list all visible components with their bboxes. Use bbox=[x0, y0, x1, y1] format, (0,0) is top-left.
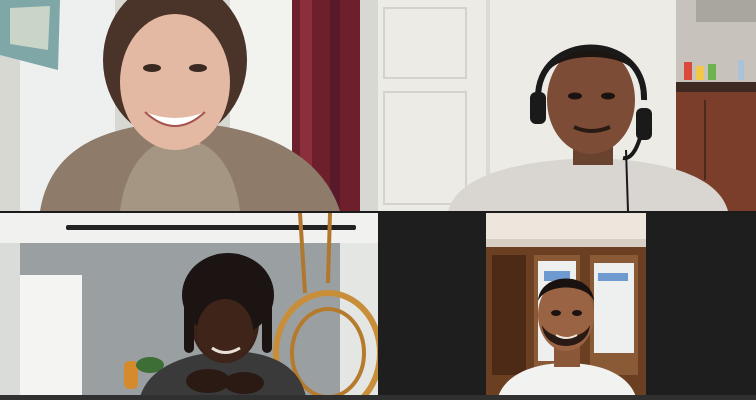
participant-video-frame bbox=[378, 0, 756, 211]
participant-video-frame bbox=[378, 213, 756, 397]
participant-video-tile-4[interactable] bbox=[378, 213, 756, 397]
bottom-scrollbar[interactable] bbox=[0, 395, 756, 400]
video-gallery-grid bbox=[0, 0, 756, 400]
participant-video-frame bbox=[0, 213, 378, 397]
participant-video-tile-3[interactable] bbox=[0, 213, 378, 397]
participant-video-tile-1[interactable] bbox=[0, 0, 378, 211]
participant-video-tile-2[interactable] bbox=[378, 0, 756, 211]
participant-video-frame bbox=[0, 0, 378, 211]
